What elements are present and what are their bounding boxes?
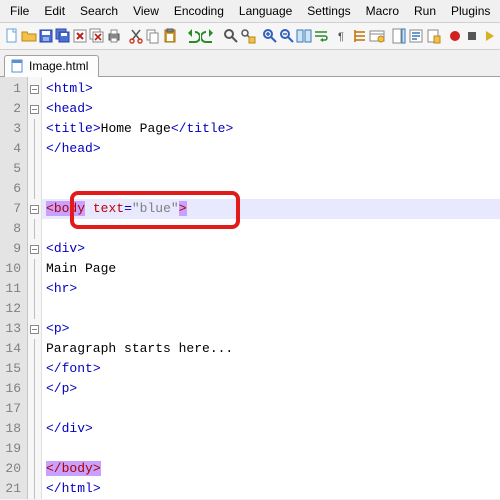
stop-macro-button[interactable] <box>464 26 480 46</box>
indent-guide-button[interactable] <box>352 26 368 46</box>
menu-encoding[interactable]: Encoding <box>168 2 230 20</box>
line-number: 18 <box>0 419 27 439</box>
fold-toggle-icon[interactable] <box>30 85 39 94</box>
line-number: 10 <box>0 259 27 279</box>
fold-toggle-icon[interactable] <box>30 325 39 334</box>
cut-button[interactable] <box>128 26 144 46</box>
zoom-out-button[interactable] <box>279 26 295 46</box>
show-all-chars-button[interactable]: ¶ <box>335 26 351 46</box>
save-button[interactable] <box>38 26 54 46</box>
fold-line <box>34 359 35 379</box>
paste-button[interactable] <box>162 26 178 46</box>
line-number: 8 <box>0 219 27 239</box>
find-button[interactable] <box>223 26 239 46</box>
tab-label: Image.html <box>29 59 88 73</box>
menu-search[interactable]: Search <box>74 2 124 20</box>
line-number: 17 <box>0 399 27 419</box>
line-number: 15 <box>0 359 27 379</box>
fold-toggle-icon[interactable] <box>30 245 39 254</box>
line-number: 6 <box>0 179 27 199</box>
close-button[interactable] <box>72 26 88 46</box>
redo-button[interactable] <box>201 26 217 46</box>
replace-button[interactable] <box>240 26 256 46</box>
line-number: 11 <box>0 279 27 299</box>
user-lang-button[interactable] <box>369 26 385 46</box>
line-number-gutter: 1 2 3 4 5 6 7 8 9 10 11 12 13 14 15 16 1… <box>0 77 28 499</box>
menu-run[interactable]: Run <box>408 2 442 20</box>
fold-toggle-icon[interactable] <box>30 205 39 214</box>
line-number: 14 <box>0 339 27 359</box>
menu-language[interactable]: Language <box>233 2 298 20</box>
menu-view[interactable]: View <box>127 2 165 20</box>
toolbar: ¶ <box>0 23 500 50</box>
menu-edit[interactable]: Edit <box>38 2 71 20</box>
zoom-in-button[interactable] <box>262 26 278 46</box>
play-macro-button[interactable] <box>481 26 497 46</box>
fold-line <box>34 259 35 279</box>
doc-map-button[interactable] <box>391 26 407 46</box>
line-number: 5 <box>0 159 27 179</box>
line-number: 12 <box>0 299 27 319</box>
fold-line <box>34 439 35 459</box>
fold-line <box>34 379 35 399</box>
fold-line <box>34 299 35 319</box>
copy-button[interactable] <box>145 26 161 46</box>
fold-line <box>34 419 35 439</box>
line-number: 19 <box>0 439 27 459</box>
line-number: 3 <box>0 119 27 139</box>
fold-line <box>34 459 35 479</box>
fold-line <box>34 399 35 419</box>
menu-settings[interactable]: Settings <box>301 2 356 20</box>
menu-bar: File Edit Search View Encoding Language … <box>0 0 500 23</box>
close-all-button[interactable] <box>89 26 105 46</box>
fold-line <box>34 339 35 359</box>
fold-line <box>34 139 35 159</box>
menu-file[interactable]: File <box>4 2 35 20</box>
tab-file[interactable]: Image.html <box>4 55 99 77</box>
open-file-button[interactable] <box>21 26 37 46</box>
sync-scroll-button[interactable] <box>296 26 312 46</box>
line-number: 20 <box>0 459 27 479</box>
menu-plugins[interactable]: Plugins <box>445 2 496 20</box>
line-number: 9 <box>0 239 27 259</box>
line-number: 4 <box>0 139 27 159</box>
fold-line <box>34 159 35 179</box>
file-icon <box>11 59 25 73</box>
record-macro-button[interactable] <box>447 26 463 46</box>
fold-toggle-icon[interactable] <box>30 105 39 114</box>
save-all-button[interactable] <box>55 26 71 46</box>
folder-workspace-button[interactable] <box>425 26 441 46</box>
line-number: 21 <box>0 479 27 499</box>
menu-macro[interactable]: Macro <box>360 2 405 20</box>
word-wrap-button[interactable] <box>313 26 329 46</box>
fold-line <box>34 119 35 139</box>
line-number: 13 <box>0 319 27 339</box>
line-number: 1 <box>0 79 27 99</box>
fold-line <box>34 219 35 239</box>
code-area[interactable]: <html> <head> <title>Home Page</title> <… <box>42 77 500 499</box>
svg-text:¶: ¶ <box>338 31 344 43</box>
editor: 1 2 3 4 5 6 7 8 9 10 11 12 13 14 15 16 1… <box>0 77 500 499</box>
new-file-button[interactable] <box>4 26 20 46</box>
tab-bar: Image.html <box>0 50 500 77</box>
line-number: 7 <box>0 199 27 219</box>
undo-button[interactable] <box>184 26 200 46</box>
line-number: 16 <box>0 379 27 399</box>
fold-line <box>34 479 35 499</box>
print-button[interactable] <box>106 26 122 46</box>
function-list-button[interactable] <box>408 26 424 46</box>
fold-line <box>34 279 35 299</box>
fold-gutter <box>28 77 42 499</box>
line-number: 2 <box>0 99 27 119</box>
fold-line <box>34 179 35 199</box>
